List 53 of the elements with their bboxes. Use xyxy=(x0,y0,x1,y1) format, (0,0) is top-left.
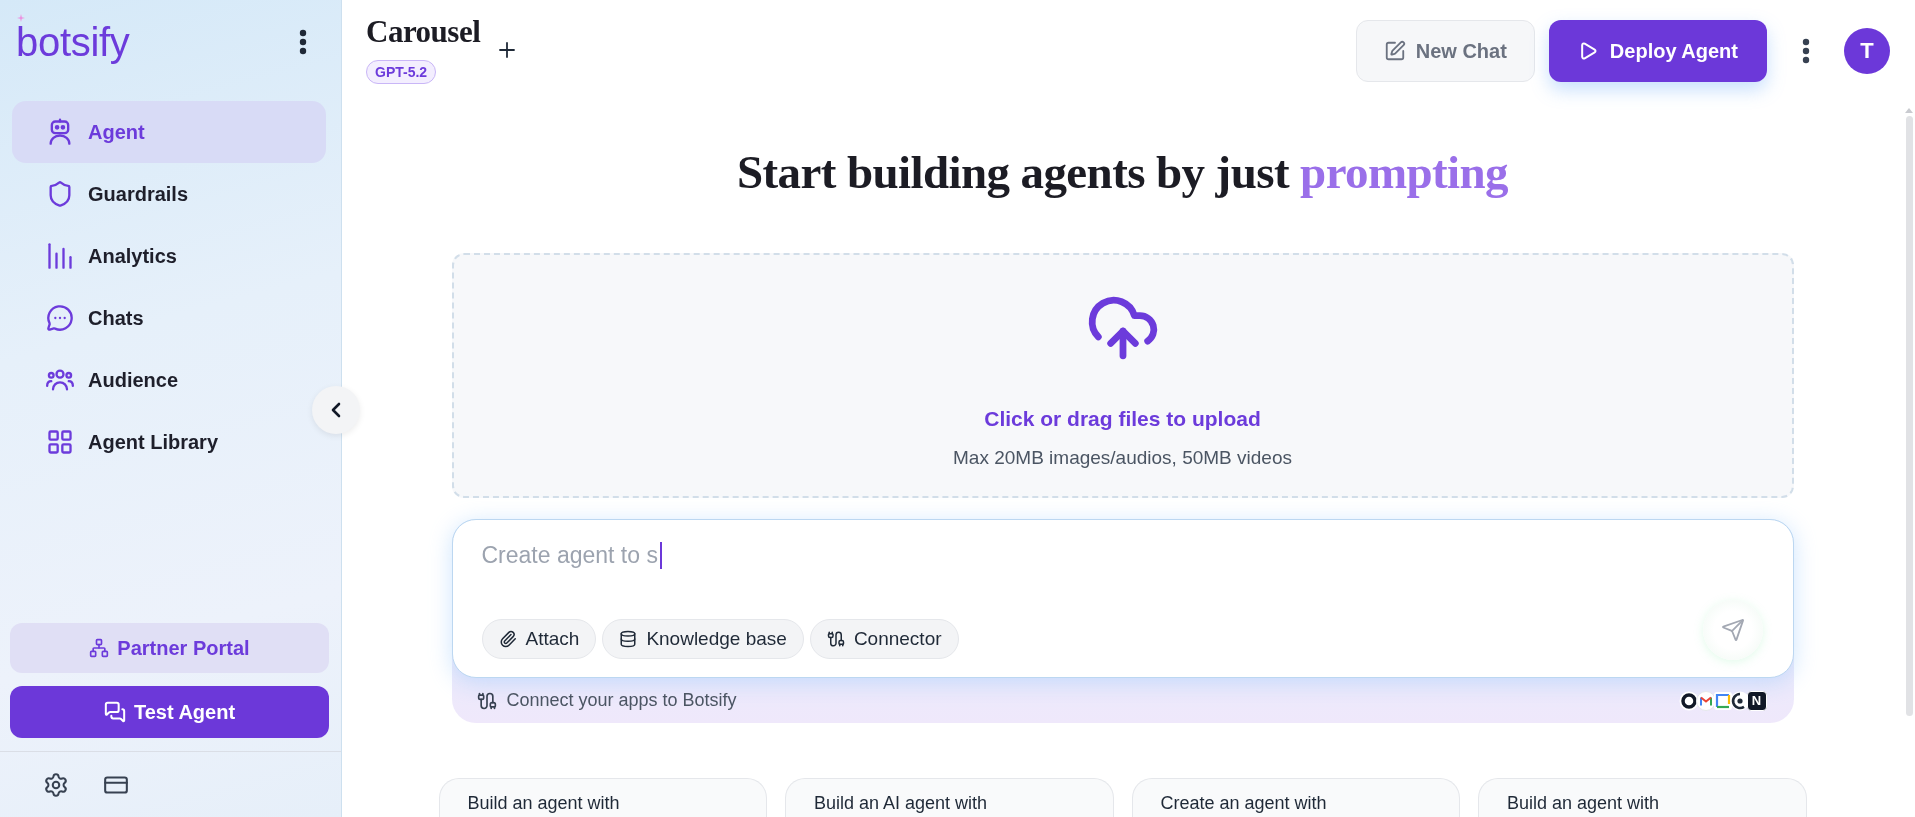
sitemap-icon xyxy=(89,638,110,658)
grid-icon xyxy=(46,428,74,456)
agent-title: Carousel xyxy=(366,13,481,51)
scroll-up-arrow-icon xyxy=(1905,108,1913,113)
paperclip-icon xyxy=(498,630,517,648)
vertical-dots-icon xyxy=(1802,38,1810,64)
sidebar-nav-item[interactable]: Agent xyxy=(12,101,326,163)
test-agent-button[interactable]: Test Agent xyxy=(10,686,329,738)
prompt-chip[interactable]: Attach xyxy=(481,619,597,659)
send-icon xyxy=(1720,618,1745,642)
suggestion-card[interactable]: Create an agent with xyxy=(1131,778,1460,817)
upload-title: Click or drag files to upload xyxy=(984,406,1261,432)
suggestion-card[interactable]: Build an agent with xyxy=(1478,778,1807,817)
sidebar-nav-item[interactable]: Guardrails xyxy=(12,163,326,225)
upload-hint: Max 20MB images/audios, 50MB videos xyxy=(953,446,1292,470)
vertical-dots-icon xyxy=(299,29,307,55)
collapse-sidebar-button[interactable] xyxy=(312,386,360,434)
partner-portal-button[interactable]: Partner Portal xyxy=(10,623,329,673)
app-logo-badge: N xyxy=(1746,690,1767,711)
connect-apps-text: Connect your apps to Botsify xyxy=(506,690,737,711)
sparkle-icon xyxy=(17,14,25,22)
user-avatar[interactable]: T xyxy=(1844,28,1890,74)
deploy-agent-button[interactable]: Deploy Agent xyxy=(1548,20,1767,82)
sidebar-nav-item[interactable]: Analytics xyxy=(12,225,326,287)
more-options-button[interactable] xyxy=(299,29,307,55)
suggestion-card[interactable]: Build an agent with xyxy=(438,778,767,817)
text-cursor-icon xyxy=(659,541,662,569)
suggestion-card[interactable]: Build an AI agent with xyxy=(785,778,1114,817)
database-icon xyxy=(619,630,638,648)
logo-wordmark: botsify xyxy=(16,25,130,63)
new-chat-button[interactable]: New Chat xyxy=(1355,20,1535,82)
ring-icon xyxy=(1678,690,1699,711)
chat-bubble-icon xyxy=(46,304,74,332)
sidebar-nav-item[interactable]: Chats xyxy=(12,287,326,349)
settings-icon xyxy=(43,771,69,798)
cable-icon xyxy=(476,690,497,711)
settings-button[interactable] xyxy=(43,771,69,798)
scrollbar-thumb[interactable] xyxy=(1905,116,1913,716)
cable-icon xyxy=(826,630,845,648)
chat-bubbles-icon xyxy=(103,701,126,723)
prompt-placeholder: Create agent to s xyxy=(481,541,658,569)
bar-chart-icon xyxy=(46,242,74,270)
page-heading: Start building agents by just prompting xyxy=(737,145,1508,200)
sidebar-nav-item[interactable]: Agent Library xyxy=(12,411,326,473)
prompt-chip[interactable]: Connector xyxy=(809,619,959,659)
edit-icon xyxy=(1383,40,1406,62)
round-logo-icon xyxy=(1729,690,1750,711)
upload-dropzone[interactable]: Click or drag files to upload Max 20MB images/audios, 50MB videos xyxy=(451,253,1794,498)
calendar-icon xyxy=(1712,690,1733,711)
mail-icon xyxy=(1695,690,1716,711)
prompt-chip[interactable]: Knowledge base xyxy=(602,619,804,659)
sidebar-nav-item[interactable]: Audience xyxy=(12,349,326,411)
model-badge: GPT-5.2 xyxy=(366,60,437,84)
